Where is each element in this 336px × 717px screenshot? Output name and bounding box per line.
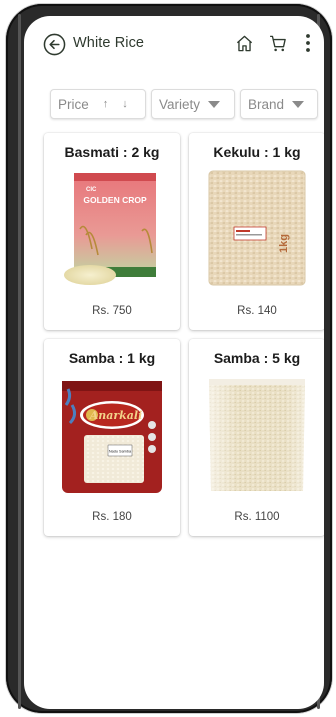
caret-down-icon	[292, 100, 305, 108]
golden-crop-bag-image: CIC GOLDEN CROP	[64, 173, 156, 285]
price-sort-label: Price	[58, 96, 89, 112]
product-price: Rs. 750	[92, 305, 132, 317]
home-icon[interactable]	[235, 34, 254, 53]
product-price: Rs. 1100	[234, 511, 280, 523]
product-card-kekulu-1kg[interactable]: Kekulu : 1 kg 1kg Rs. 140	[189, 133, 324, 330]
product-card-samba-1kg[interactable]: Samba : 1 kg Anarkali Nadu Samba Rs. 180	[44, 339, 180, 536]
samba-5kg-bag-image	[209, 379, 305, 491]
product-card-samba-5kg[interactable]: Samba : 5 kg Rs. 1100	[189, 339, 324, 536]
sort-descending-icon[interactable]: ↓	[122, 98, 128, 110]
product-title: Samba : 1 kg	[68, 350, 156, 366]
brand-dropdown[interactable]: Brand	[240, 89, 318, 119]
product-title: Basmati : 2 kg	[64, 144, 160, 160]
product-title: Samba : 5 kg	[213, 350, 301, 366]
cart-icon[interactable]	[268, 34, 288, 53]
phone-frame: White Rice Price ↑ ↓ Variety Brand Basma…	[6, 4, 332, 713]
pack-tag-text: Nadu Samba	[109, 450, 132, 454]
variety-dropdown[interactable]: Variety	[151, 89, 235, 119]
pack-brand-text: CIC	[86, 187, 97, 193]
page-title: White Rice	[73, 35, 145, 51]
pack-name-text: GOLDEN CROP	[83, 195, 147, 205]
price-sort-button[interactable]: Price ↑ ↓	[50, 89, 146, 119]
app-screen: White Rice Price ↑ ↓ Variety Brand Basma…	[24, 16, 324, 709]
app-bar: White Rice	[24, 16, 324, 72]
brand-dropdown-label: Brand	[248, 96, 285, 112]
more-vertical-icon[interactable]	[304, 33, 312, 53]
caret-down-icon	[208, 100, 221, 108]
variety-dropdown-label: Variety	[159, 96, 201, 112]
pack-brand-text: Anarkali	[89, 409, 143, 422]
anarkali-rice-bag-image: Anarkali Nadu Samba	[62, 381, 162, 493]
back-arrow-icon[interactable]	[43, 33, 66, 56]
product-card-basmati-2kg[interactable]: Basmati : 2 kg CIC GOLDEN CROP Rs. 750	[44, 133, 180, 330]
sort-ascending-icon[interactable]: ↑	[103, 98, 109, 110]
product-price: Rs. 140	[237, 305, 277, 317]
pack-mark-text: 1kg	[278, 234, 290, 253]
kekulu-rice-bag-image: 1kg	[208, 170, 306, 286]
filter-bar: Price ↑ ↓ Variety Brand	[50, 89, 320, 119]
product-title: Kekulu : 1 kg	[213, 144, 301, 160]
product-price: Rs. 180	[92, 511, 132, 523]
phone-edge-left	[18, 14, 21, 709]
